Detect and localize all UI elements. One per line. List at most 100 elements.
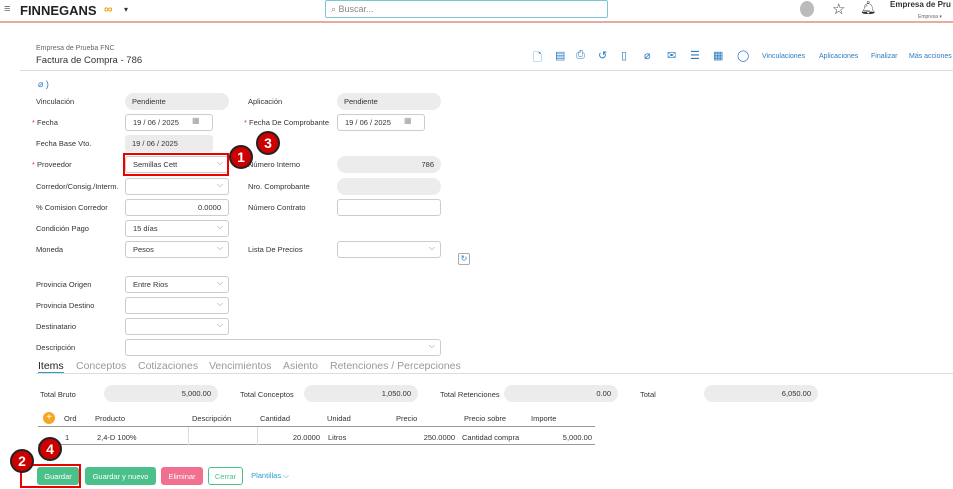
vinculaciones-link[interactable]: Vinculaciones xyxy=(762,53,805,60)
eliminar-button[interactable]: Eliminar xyxy=(161,467,203,485)
cell-unidad[interactable]: Litros xyxy=(328,433,346,442)
aplicaciones-link[interactable]: Aplicaciones xyxy=(819,53,858,60)
moneda-label: Moneda xyxy=(36,245,64,254)
fecha-label: Fecha xyxy=(32,118,58,127)
proveedor-label: Proveedor xyxy=(32,160,72,169)
vinculacion-label: Vinculación xyxy=(36,97,75,106)
add-row-icon[interactable]: + xyxy=(43,412,55,424)
provincia-origen-select[interactable]: Entre Rios xyxy=(125,276,229,293)
descripcion-select[interactable] xyxy=(125,339,441,356)
plantillas-dropdown[interactable]: Plantillas ⌵ xyxy=(249,467,291,485)
aplicacion-field: Pendiente xyxy=(337,93,441,110)
column-header: Ord xyxy=(64,414,77,423)
total-conceptos-field: 1,050.00 xyxy=(304,385,418,402)
pdf-icon[interactable]: ▯ xyxy=(621,49,627,62)
search-icon: ⌕ xyxy=(331,3,339,14)
calendar-icon[interactable]: ▦ xyxy=(404,116,412,125)
nro-comprobante-field xyxy=(337,178,441,195)
vinculacion-field: Pendiente xyxy=(125,93,229,110)
tab-conceptos[interactable]: Conceptos xyxy=(76,360,126,372)
tab-cotizaciones[interactable]: Cotizaciones xyxy=(138,360,198,372)
lista-precios-select[interactable] xyxy=(337,241,441,258)
comision-input[interactable]: 0.0000 xyxy=(125,199,229,216)
nro-comprobante-label: Nro. Comprobante xyxy=(248,182,310,191)
fecha-comprobante-input[interactable]: 19 / 06 / 2025 xyxy=(337,114,425,131)
lista-precios-label: Lista De Precios xyxy=(248,245,303,254)
numero-interno-field: 786 xyxy=(337,156,441,173)
tab-asiento[interactable]: Asiento xyxy=(283,360,318,372)
column-header: Descripción xyxy=(192,414,232,423)
comment-icon[interactable]: ◯ xyxy=(737,49,749,62)
fecha-input[interactable]: 19 / 06 / 2025 xyxy=(125,114,213,131)
column-header: Producto xyxy=(95,414,126,423)
annotation-marker: 4 xyxy=(38,437,62,461)
new-document-icon[interactable]: 🗋 xyxy=(533,49,542,68)
column-header: Precio xyxy=(396,414,418,423)
document-icon[interactable]: ▦ xyxy=(713,49,723,62)
more-actions-link[interactable]: Más acciones xyxy=(909,53,952,60)
menu-icon[interactable]: ≡ xyxy=(4,3,10,15)
numero-interno-label: Número Interno xyxy=(248,160,301,169)
history-icon[interactable]: ↺ xyxy=(598,49,607,62)
fecha-comprobante-label: Fecha De Comprobante xyxy=(244,118,329,127)
company-name[interactable]: Empresa de Pru xyxy=(890,0,951,9)
search-input[interactable]: ⌕ Buscar... xyxy=(325,0,608,18)
guardar-y-nuevo-button[interactable]: Guardar y nuevo xyxy=(85,467,156,485)
provincia-origen-label: Provincia Origen xyxy=(36,280,92,289)
column-header: Cantidad xyxy=(260,414,291,423)
moneda-select[interactable]: Pesos xyxy=(125,241,229,258)
cell-ord: 1 xyxy=(65,433,70,442)
corredor-select[interactable] xyxy=(125,178,229,195)
tab-retenciones[interactable]: Retenciones / Percepciones xyxy=(330,360,461,372)
numero-contrato-input[interactable] xyxy=(337,199,441,216)
company-dropdown[interactable]: Empresa ▾ xyxy=(918,14,942,20)
annotation-marker: 3 xyxy=(256,131,280,155)
tab-vencimientos[interactable]: Vencimientos xyxy=(209,360,271,372)
cell-precio-sobre[interactable]: Cantidad compra xyxy=(462,433,519,442)
tag-icon[interactable]: ⌀ ) xyxy=(38,79,49,90)
cell-cantidad[interactable]: 20.0000 xyxy=(258,433,320,442)
total-retenciones-field: 0.00 xyxy=(504,385,618,402)
list-icon[interactable]: ☰ xyxy=(690,49,700,62)
destinatario-select[interactable] xyxy=(125,318,229,335)
provincia-destino-select[interactable] xyxy=(125,297,229,314)
print-icon[interactable]: ⎙ xyxy=(576,49,585,62)
total-retenciones-label: Total Retenciones xyxy=(440,390,500,399)
corredor-label: Corredor/Consig./Interm. xyxy=(36,182,119,191)
bell-icon[interactable]: 🔔︎ xyxy=(860,0,877,16)
annotation-highlight-proveedor xyxy=(123,153,229,176)
total-bruto-field: 5,000.00 xyxy=(104,385,218,402)
cell-precio[interactable]: 250.0000 xyxy=(393,433,455,442)
total-bruto-label: Total Bruto xyxy=(40,390,76,399)
condicion-pago-select[interactable]: 15 días xyxy=(125,220,229,237)
email-icon[interactable]: ✉ xyxy=(667,49,676,62)
condicion-pago-label: Condición Pago xyxy=(36,224,89,233)
annotation-marker: 1 xyxy=(229,145,253,169)
tab-items[interactable]: Items xyxy=(38,360,64,374)
brand-logo[interactable]: FINNEGANS xyxy=(20,3,97,18)
avatar[interactable] xyxy=(800,1,814,17)
fecha-base-field: 19 / 06 / 2025 xyxy=(125,135,213,152)
cell-descripcion[interactable] xyxy=(188,427,258,445)
attach-icon[interactable]: ⌀ xyxy=(644,49,651,62)
column-header: Importe xyxy=(531,414,557,423)
refresh-icon[interactable]: ↻ xyxy=(458,253,470,265)
calendar-icon[interactable]: ▦ xyxy=(192,116,200,125)
company-label: Empresa de Prueba FNC xyxy=(36,45,115,52)
save-icon[interactable]: ▤ xyxy=(555,49,565,62)
cerrar-button[interactable]: Cerrar xyxy=(208,467,243,485)
column-header: Unidad xyxy=(327,414,351,423)
table-row[interactable]: 1 2,4-D 100% 20.0000 Litros 250.0000 Can… xyxy=(38,427,595,445)
star-icon[interactable]: ☆ xyxy=(832,0,845,18)
brand-dropdown-icon[interactable]: ▾ xyxy=(124,5,128,14)
divider xyxy=(20,70,953,71)
aplicacion-label: Aplicación xyxy=(248,97,283,106)
finalizar-link[interactable]: Finalizar xyxy=(871,53,897,60)
top-bar: ≡ FINNEGANS ∞ ▾ ⌕ Buscar... ☆ 🔔︎ Empresa… xyxy=(0,0,953,23)
total-label: Total xyxy=(640,390,656,399)
annotation-marker: 2 xyxy=(10,449,34,473)
cell-producto[interactable]: 2,4-D 100% xyxy=(97,433,137,442)
comision-label: % Comision Corredor xyxy=(36,203,108,212)
numero-contrato-label: Número Contrato xyxy=(248,203,306,212)
column-header: Precio sobre xyxy=(464,414,507,423)
